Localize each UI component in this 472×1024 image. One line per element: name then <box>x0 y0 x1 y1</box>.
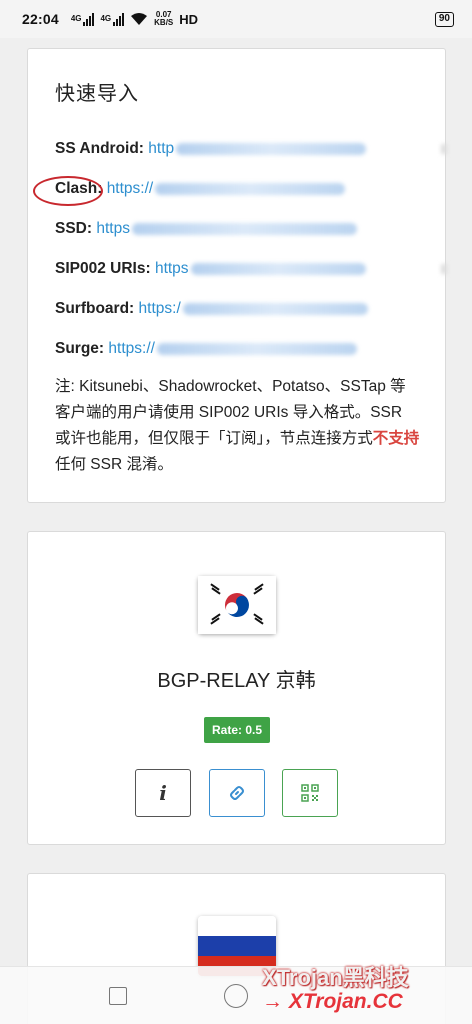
import-link[interactable]: http <box>148 140 174 157</box>
import-label: SS Android: <box>55 140 144 157</box>
qr-code-icon <box>301 784 319 802</box>
import-link[interactable]: https:// <box>107 180 154 197</box>
import-label: SSD: <box>55 220 93 237</box>
import-row-surge: Surge: https:// <box>55 340 445 380</box>
recent-apps-button[interactable] <box>109 987 127 1005</box>
note-text-end: 任何 SSR 混淆。 <box>55 456 173 473</box>
import-note: 注: Kitsunebi、Shadowrocket、Potatso、SSTap … <box>55 374 445 478</box>
blurred-url <box>182 302 368 315</box>
network-type-2: 4G <box>100 14 112 23</box>
rate-badge: Rate: 0.5 <box>204 717 270 743</box>
import-label: SIP002 URIs: <box>55 260 151 277</box>
import-label: Surge: <box>55 340 105 357</box>
hd-indicator: HD <box>179 11 199 27</box>
signal-icon <box>83 12 95 26</box>
status-time: 22:04 <box>22 11 59 27</box>
blurred-url <box>176 142 367 155</box>
import-link[interactable]: https:/ <box>139 300 181 317</box>
watermark-url: → XTrojan.CC <box>262 990 403 1013</box>
link-icon <box>230 786 244 800</box>
status-bar: 22:04 4G 4G 0.07 KB/S HD 90 <box>0 0 472 38</box>
copy-link-button[interactable] <box>209 769 265 817</box>
wifi-icon <box>131 13 148 25</box>
import-link[interactable]: https:// <box>108 340 155 357</box>
blur-artifact <box>441 264 447 274</box>
home-button[interactable] <box>224 984 248 1008</box>
info-icon: i <box>159 781 167 805</box>
signal-icon-2 <box>113 12 125 26</box>
network-type-1: 4G <box>70 14 82 23</box>
note-text: 注: Kitsunebi、Shadowrocket、Potatso、SSTap … <box>55 378 406 447</box>
blurred-url <box>131 222 357 235</box>
import-row-surfboard: Surfboard: https:/ <box>55 300 445 340</box>
import-row-clash: Clash: https:// <box>55 180 445 220</box>
import-label: Surfboard: <box>55 300 135 317</box>
import-link[interactable]: https <box>155 260 189 277</box>
network-speed: 0.07 KB/S <box>154 10 174 27</box>
note-highlight: 不支持 <box>372 430 420 447</box>
blurred-url <box>155 182 346 195</box>
info-button[interactable]: i <box>135 769 191 817</box>
blurred-url <box>156 342 357 355</box>
import-row-ss-android: SS Android: http <box>55 140 447 180</box>
node-name: BGP-RELAY 京韩 <box>157 670 316 692</box>
annotation-circle <box>33 176 103 206</box>
import-row-sip002: SIP002 URIs: https <box>55 260 447 300</box>
qr-code-button[interactable] <box>282 769 338 817</box>
quick-import-card: 快速导入 SS Android: http Clash: https:// SS… <box>27 48 447 503</box>
south-korea-flag-icon <box>198 576 276 634</box>
quick-import-title: 快速导入 <box>55 83 139 105</box>
battery-icon: 90 <box>434 11 454 27</box>
blurred-url <box>190 262 366 275</box>
import-link[interactable]: https <box>96 220 130 237</box>
watermark-title: XTrojan黑科技 <box>262 965 409 990</box>
blur-artifact <box>441 144 447 154</box>
import-row-ssd: SSD: https <box>55 220 445 260</box>
node-card: BGP-RELAY 京韩 Rate: 0.5 i <box>27 531 446 845</box>
